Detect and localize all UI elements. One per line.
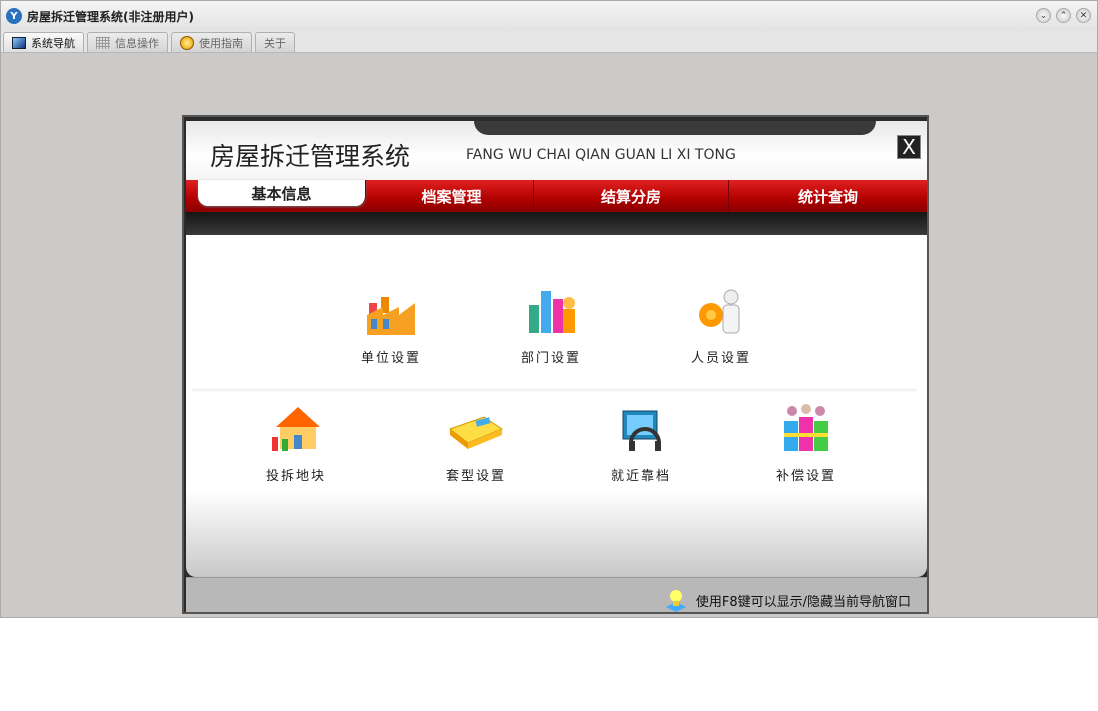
item-label: 补偿设置 (775, 469, 836, 484)
item-demolition-plot[interactable]: 投拆地块 (246, 403, 346, 484)
item-label: 就近靠档 (610, 469, 671, 484)
close-button[interactable]: ✕ (1076, 8, 1091, 23)
panel-header: 房屋拆迁管理系统 FANG WU CHAI QIAN GUAN LI XI TO… (186, 121, 927, 180)
minimize-button[interactable]: ⌄ (1036, 8, 1051, 23)
nav-body: 单位设置 部门设置 人员设置 投拆地块 套型设置 就近靠档 补偿设置 (186, 235, 927, 577)
lightbulb-icon (665, 590, 686, 612)
tab-label: 关于 (264, 36, 286, 50)
maximize-button[interactable]: ⌃ (1056, 8, 1071, 23)
nav-settlement[interactable]: 结算分房 (534, 180, 729, 212)
tab-bar: 系统导航 信息操作 使用指南 关于 (1, 31, 1097, 53)
item-label: 投拆地块 (265, 469, 326, 484)
house-icon (272, 407, 320, 451)
tab-about[interactable]: 关于 (255, 32, 295, 52)
tab-info-ops[interactable]: 信息操作 (87, 32, 168, 52)
book-icon (448, 416, 504, 449)
title-bar: Y 房屋拆迁管理系统(非注册用户) ⌄ ⌃ ✕ (1, 1, 1097, 31)
tab-guide[interactable]: 使用指南 (171, 32, 252, 52)
item-label: 单位设置 (360, 351, 421, 366)
tab-label: 系统导航 (31, 36, 75, 50)
navigation-panel: 房屋拆迁管理系统 FANG WU CHAI QIAN GUAN LI XI TO… (182, 115, 929, 614)
app-window: Y 房屋拆迁管理系统(非注册用户) ⌄ ⌃ ✕ 系统导航 信息操作 使用指南 关… (0, 0, 1098, 618)
panel-close-button[interactable]: X (897, 135, 921, 159)
item-personnel-settings[interactable]: 人员设置 (671, 285, 771, 366)
help-icon (180, 35, 194, 50)
header-notch (474, 121, 876, 135)
tab-system-nav[interactable]: 系统导航 (3, 32, 84, 52)
divider (192, 388, 917, 392)
grid-icon (96, 36, 110, 49)
people-icon (699, 289, 740, 334)
app-logo-icon: Y (6, 8, 22, 24)
panel-footer: 使用F8键可以显示/隐藏当前导航窗口 (186, 577, 927, 612)
window-title: 房屋拆迁管理系统(非注册用户) (27, 9, 194, 24)
system-title: 房屋拆迁管理系统 (210, 142, 411, 171)
item-label: 人员设置 (690, 351, 751, 366)
system-subtitle: FANG WU CHAI QIAN GUAN LI XI TONG (466, 147, 736, 163)
tab-label: 信息操作 (115, 36, 159, 50)
nav-basic-info[interactable]: 基本信息 (198, 180, 366, 206)
f8-tip-text: 使用F8键可以显示/隐藏当前导航窗口 (695, 594, 911, 610)
department-icon (529, 291, 575, 333)
item-unit-type-settings[interactable]: 套型设置 (426, 403, 526, 484)
item-label: 部门设置 (520, 351, 581, 366)
main-nav: 基本信息 档案管理 结算分房 统计查询 (186, 180, 927, 212)
factory-icon (367, 297, 415, 335)
tab-label: 使用指南 (199, 36, 243, 50)
gift-icon (784, 404, 828, 451)
item-unit-settings[interactable]: 单位设置 (341, 285, 441, 366)
headset-icon (622, 410, 661, 451)
monitor-icon (12, 36, 26, 49)
item-department-settings[interactable]: 部门设置 (501, 285, 601, 366)
item-label: 套型设置 (445, 469, 506, 484)
nav-archive[interactable]: 档案管理 (370, 180, 534, 212)
nav-statistics[interactable]: 统计查询 (729, 180, 927, 212)
dark-strip (186, 212, 927, 235)
item-nearby-placement[interactable]: 就近靠档 (591, 403, 691, 484)
item-compensation-settings[interactable]: 补偿设置 (756, 403, 856, 484)
